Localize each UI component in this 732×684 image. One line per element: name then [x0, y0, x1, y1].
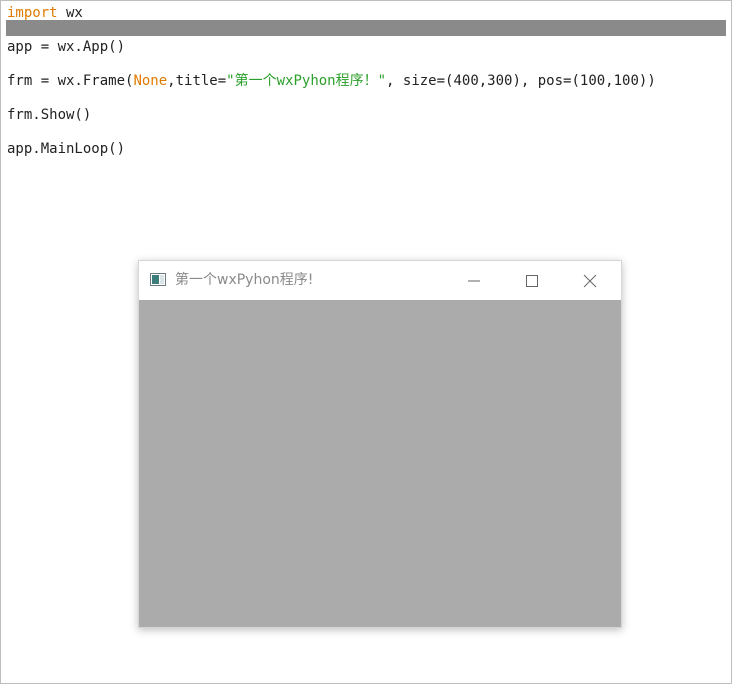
maximize-button[interactable]: [503, 261, 561, 300]
current-line-highlight: [6, 20, 726, 36]
code-line-2: app = wx.App(): [7, 37, 125, 57]
code-line-4: frm.Show(): [7, 105, 91, 125]
code-line-5: app.MainLoop(): [7, 139, 125, 159]
mainloop-statement: app.MainLoop(): [7, 141, 126, 157]
keyword-none: None: [133, 73, 168, 89]
minimize-button[interactable]: [445, 261, 503, 300]
frame-suffix: , size=(400,300), pos=(100,100)): [386, 73, 656, 89]
wx-frame-window[interactable]: 第一个wxPyhon程序!: [138, 260, 622, 628]
close-icon: [583, 274, 597, 288]
frame-title-arg: ,title=: [167, 73, 227, 89]
editor-page: import wx app = wx.App() frm = wx.Frame(…: [0, 0, 732, 684]
code-line-1: import wx: [7, 3, 83, 23]
close-button[interactable]: [561, 261, 619, 300]
title-string: "第一个wxPyhon程序！": [226, 73, 387, 89]
app-statement: app = wx.App(): [7, 39, 126, 55]
window-titlebar[interactable]: 第一个wxPyhon程序!: [139, 261, 621, 300]
code-line-3: frm = wx.Frame(None,title="第一个wxPyhon程序！…: [7, 71, 656, 91]
window-client-area[interactable]: [139, 300, 621, 627]
window-title: 第一个wxPyhon程序!: [175, 272, 314, 288]
show-statement: frm.Show(): [7, 107, 92, 123]
minimize-icon: [468, 280, 480, 282]
app-window-icon: [150, 273, 166, 286]
import-target: wx: [57, 5, 83, 21]
maximize-icon: [526, 275, 538, 287]
frame-prefix: frm = wx.Frame(: [7, 73, 134, 89]
code-editor[interactable]: import wx app = wx.App() frm = wx.Frame(…: [7, 1, 656, 177]
keyword-import: import: [7, 5, 58, 21]
